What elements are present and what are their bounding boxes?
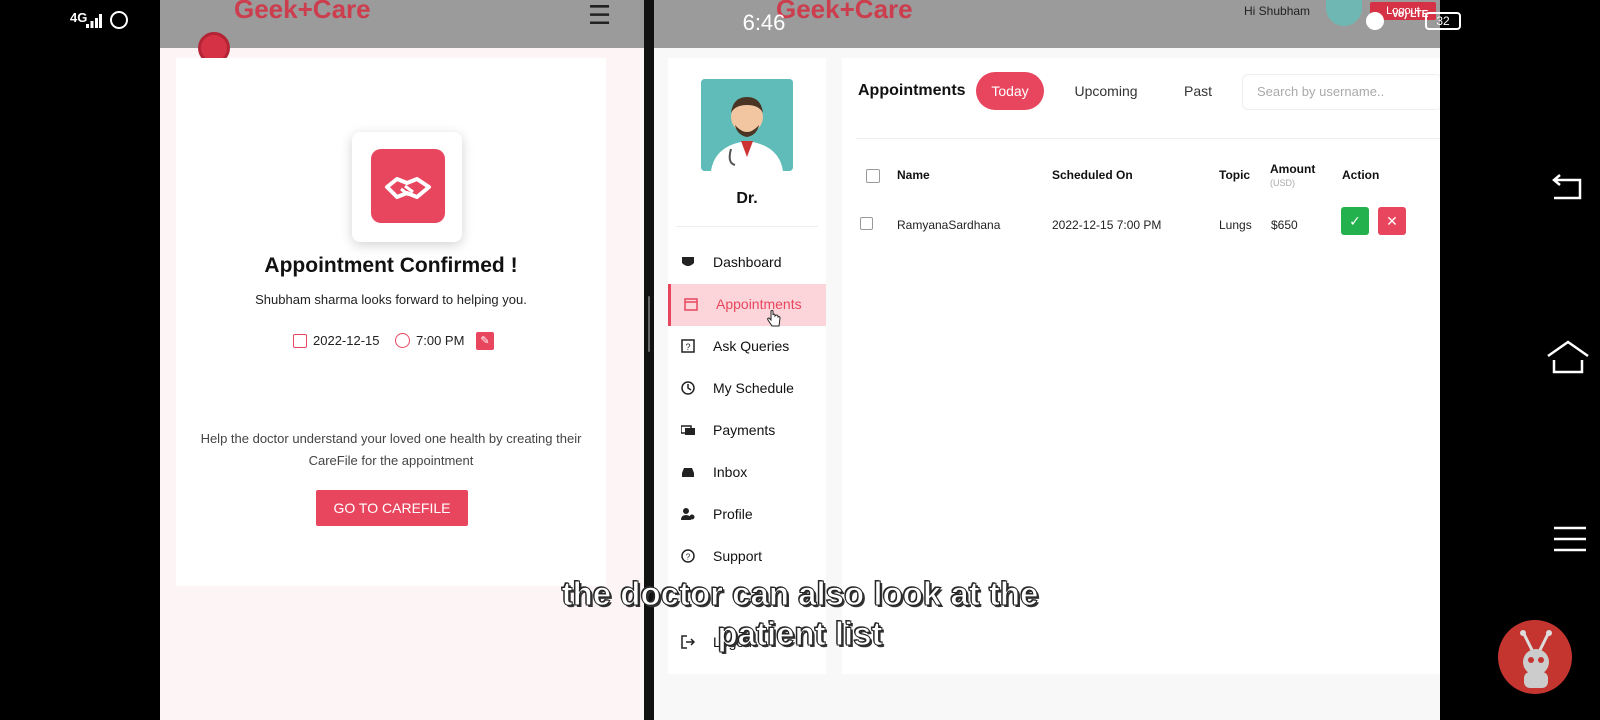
sidebar-item-profile[interactable]: Profile (668, 494, 826, 536)
clock-icon (395, 333, 410, 348)
sidebar-divider (676, 226, 818, 227)
sidebar-item-label: Dashboard (713, 254, 782, 270)
doctor-name: Dr. (736, 190, 758, 207)
tab-past[interactable]: Past (1166, 72, 1230, 110)
handshake-icon (371, 149, 445, 223)
appointment-meta: 2022-12-15 7:00 PM ✎ (176, 332, 606, 352)
question-icon: ? (681, 339, 695, 353)
search-input[interactable]: Search by username.. (1242, 74, 1440, 110)
user-icon (681, 508, 695, 520)
tab-today[interactable]: Today (976, 72, 1044, 110)
assistant-button[interactable] (1498, 620, 1572, 694)
confirmation-card: Appointment Confirmed ! Shubham sharma l… (176, 58, 606, 586)
edit-icon[interactable]: ✎ (476, 332, 494, 350)
svg-text:?: ? (685, 342, 690, 352)
appointment-time: 7:00 PM (416, 333, 465, 348)
money-icon (681, 425, 695, 435)
inbox-icon (682, 468, 694, 477)
battery-icon: 32 (1425, 12, 1461, 30)
sidebar-item-label: Payments (713, 422, 776, 438)
help-icon: ? (681, 549, 695, 563)
select-all-checkbox[interactable] (866, 169, 880, 183)
caption-line-2: patient list (717, 615, 883, 653)
sidebar-item-label: Profile (713, 506, 753, 522)
tab-upcoming[interactable]: Upcoming (1056, 72, 1156, 110)
video-caption: the doctor can also look at the patient … (420, 574, 1180, 654)
screen: 4G 6:46 Vo) LTE 32 Geek+Care ☰ Appointme… (0, 0, 1600, 720)
assistant-robot-icon (1520, 630, 1552, 688)
sidebar-item-ask-queries[interactable]: ? Ask Queries (668, 326, 826, 368)
cursor-hand-icon (767, 310, 781, 327)
sidebar-item-appointments[interactable]: Appointments (668, 284, 826, 326)
sidebar-item-inbox[interactable]: Inbox (668, 452, 826, 494)
amount-unit: (USD) (1270, 178, 1295, 188)
table-top-border (856, 138, 1440, 139)
back-icon[interactable] (1550, 174, 1584, 202)
doctor-avatar (701, 79, 793, 171)
handshake-tile (352, 132, 462, 242)
column-header-topic: Topic (1219, 168, 1251, 182)
column-header-action: Action (1342, 168, 1380, 182)
calendar-icon (684, 298, 698, 311)
status-bar: 4G 6:46 Vo) LTE 32 (0, 0, 1600, 44)
volte-indicator: Vo) LTE (1392, 9, 1429, 20)
dashboard-icon (682, 257, 694, 266)
sidebar-item-my-schedule[interactable]: My Schedule (668, 368, 826, 410)
caption-line-1: the doctor can also look at the (561, 575, 1039, 613)
sidebar-item-label: Appointments (716, 296, 802, 312)
split-handle[interactable] (648, 296, 650, 352)
appointment-date: 2022-12-15 (313, 333, 380, 348)
alarm-icon (1366, 12, 1384, 30)
confirmation-title: Appointment Confirmed ! (264, 254, 518, 277)
column-header-name: Name (897, 168, 930, 182)
approve-button[interactable]: ✓ (1341, 207, 1369, 235)
sidebar-item-dashboard[interactable]: Dashboard (668, 242, 826, 284)
sidebar-item-label: Inbox (713, 464, 748, 480)
carefile-help-text: Help the doctor understand your loved on… (200, 431, 582, 468)
sidebar-item-support[interactable]: ? Support (668, 536, 826, 578)
sidebar-item-label: Support (713, 548, 763, 564)
go-to-carefile-button[interactable]: GO TO CAREFILE (316, 490, 468, 526)
clock-icon (681, 381, 695, 395)
scheduled-on: 2022-12-15 7:00 PM (1052, 218, 1162, 232)
menu-icon[interactable] (1554, 526, 1586, 552)
clock: 6:46 (742, 10, 786, 35)
sidebar-item-label: My Schedule (713, 380, 794, 396)
appointments-title: Appointments (858, 82, 966, 99)
home-icon[interactable] (1546, 340, 1590, 376)
row-checkbox[interactable] (860, 217, 873, 230)
column-header-amount: Amount (1270, 162, 1316, 176)
calendar-icon (293, 334, 307, 348)
svg-text:?: ? (686, 553, 691, 562)
sidebar-item-label: Ask Queries (713, 338, 790, 354)
topic: Lungs (1219, 218, 1252, 232)
amount: $650 (1271, 218, 1298, 232)
column-header-scheduled: Scheduled On (1052, 168, 1133, 182)
patient-name: RamyanaSardhana (897, 218, 1001, 232)
reject-button[interactable]: ✕ (1378, 207, 1406, 235)
confirmation-subtitle: Shubham sharma looks forward to helping … (255, 292, 527, 307)
sidebar-item-payments[interactable]: Payments (668, 410, 826, 452)
